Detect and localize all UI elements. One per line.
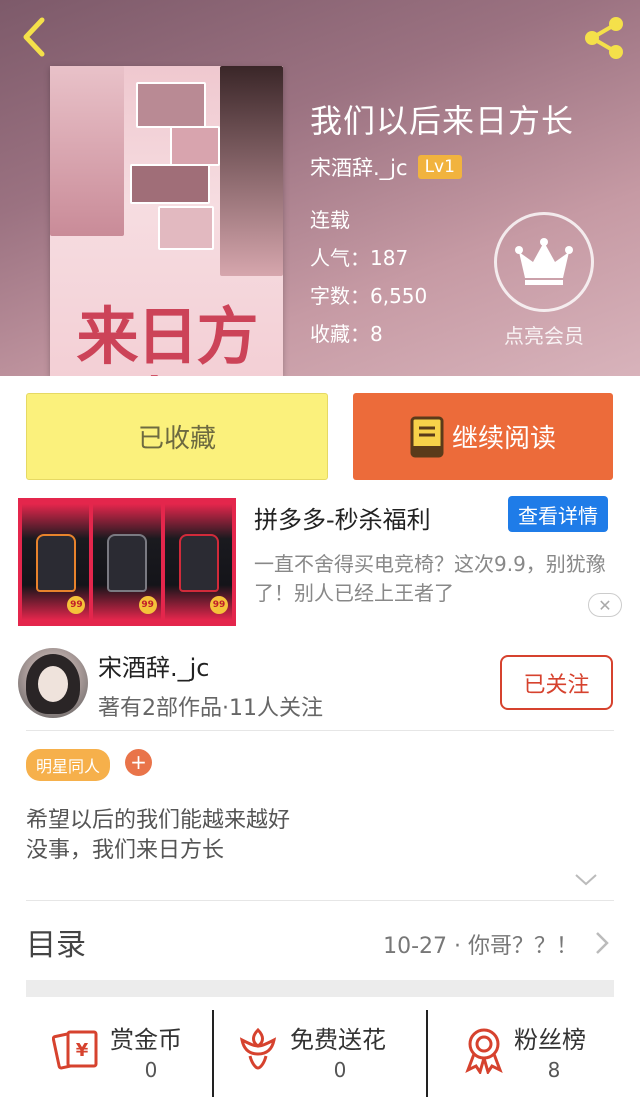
avatar-face (38, 666, 68, 702)
toc-label: 目录 (26, 928, 86, 963)
book-title: 我们以后来日方长 (310, 102, 575, 140)
fans-label: 粉丝榜 (514, 1026, 586, 1054)
chair-image (36, 534, 76, 592)
share-button[interactable] (580, 14, 628, 62)
vip-button[interactable]: 点亮会员 (494, 212, 594, 349)
cover-photo-left (50, 66, 124, 236)
cover-photo-small-4 (158, 206, 214, 250)
section-separator (26, 980, 614, 997)
book-intro: 希望以后的我们能越来越好 没事，我们来日方长 (26, 806, 290, 866)
divider (26, 900, 614, 901)
vip-circle (494, 212, 594, 312)
price-badge: 99 (138, 596, 157, 614)
flower-label: 免费送花 (290, 1026, 386, 1054)
vip-label: 点亮会员 (504, 324, 584, 348)
ad-description: 一直不舍得买电竞椅？这次9.9，别犹豫了！别人已经上王者了 (254, 552, 606, 605)
tag-item[interactable]: 明星同人 (26, 749, 111, 781)
chevron-down-icon (575, 874, 597, 886)
ad-title[interactable]: 拼多多-秒杀福利 (254, 500, 431, 535)
expand-intro-button[interactable] (574, 872, 598, 891)
ad-image[interactable]: 99 99 99 (18, 498, 236, 626)
ad-banner[interactable]: 99 99 99 拼多多-秒杀福利 查看详情 一直不舍得买电竞椅？这次9.9，别… (0, 496, 640, 626)
author-card[interactable]: 宋酒辞._jc 著有2部作品·11人关注 已关注 (0, 640, 640, 730)
serial-status: 连载 (310, 208, 350, 232)
cover-photo-right (220, 66, 283, 276)
fans-count: 8 (547, 1058, 561, 1082)
share-icon (585, 17, 623, 59)
chevron-right-icon (596, 932, 609, 954)
cover-photo-small-3 (130, 164, 210, 204)
cover-photo-small-2 (170, 126, 220, 166)
chair-image (107, 534, 148, 592)
latest-chapter: 10-27 · 你哥？？！ (383, 934, 578, 959)
ad-detail-button[interactable]: 查看详情 (508, 496, 608, 532)
continue-reading-label: 继续阅读 (451, 424, 556, 454)
back-button[interactable] (14, 12, 58, 62)
crown-icon (515, 238, 573, 285)
collected-label: 已收藏 (137, 424, 216, 454)
follow-button[interactable]: 已关注 (500, 655, 613, 710)
price-badge: 99 (67, 596, 86, 614)
add-tag-button[interactable]: + (125, 749, 152, 776)
free-flower-button[interactable]: 免费送花 0 (212, 1010, 426, 1097)
price-badge: 99 (209, 596, 228, 614)
avatar[interactable] (18, 648, 88, 718)
cover-photo-small-1 (136, 82, 206, 128)
reward-label: 赏金币 (110, 1026, 182, 1054)
intro-line: 没事，我们来日方长 (26, 838, 225, 863)
author-card-meta: 著有2部作品·11人关注 (98, 696, 323, 721)
fans-ranking-button[interactable]: 粉丝榜 8 (426, 1010, 640, 1097)
popularity-stat: 人气：187 (310, 246, 409, 270)
ad-image-pane: 99 (93, 504, 161, 620)
chair-image (178, 534, 219, 592)
author-card-name[interactable]: 宋酒辞._jc (98, 648, 210, 683)
book-icon (410, 416, 444, 457)
collected-button[interactable]: 已收藏 (26, 393, 328, 480)
ad-close-button[interactable]: ✕ (588, 593, 622, 617)
author-name[interactable]: 宋酒辞._jc (310, 152, 408, 182)
word-count-stat: 字数：6,550 (310, 284, 428, 308)
intro-line: 希望以后的我们能越来越好 (26, 808, 291, 833)
book-cover[interactable]: 来日方长 (50, 66, 283, 376)
divider (26, 730, 614, 731)
continue-reading-button[interactable]: 继续阅读 (353, 393, 613, 480)
ad-image-pane: 99 (22, 504, 90, 620)
book-header: 来日方长 我们以后来日方长 宋酒辞._jc Lv1 连载 人气：187 字数：6… (0, 0, 640, 376)
reward-coins-button[interactable]: ¥ 赏金币 0 (0, 1010, 212, 1097)
level-badge: Lv1 (417, 155, 462, 179)
table-of-contents-row[interactable]: 目录 10-27 · 你哥？？！ (26, 910, 614, 972)
chevron-left-icon (23, 17, 45, 57)
ad-image-pane: 99 (164, 504, 232, 620)
cover-title-art: 来日方长 (76, 300, 258, 377)
bottom-action-bar: ¥ 赏金币 0 免费送花 0 粉丝榜 8 (0, 1010, 640, 1097)
favorites-stat: 收藏：8 (310, 322, 383, 346)
author-line: 宋酒辞._jc Lv1 (310, 152, 462, 182)
flower-count: 0 (333, 1058, 347, 1082)
